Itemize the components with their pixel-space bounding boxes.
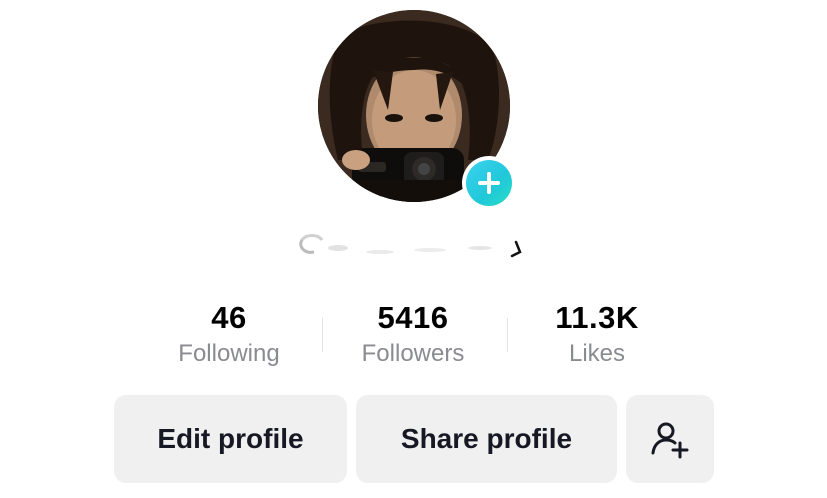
following-count: 46: [211, 300, 247, 335]
share-profile-button[interactable]: Share profile: [356, 395, 617, 483]
add-badge-circle: [466, 160, 512, 206]
person-add-icon: [651, 422, 689, 459]
add-friend-button[interactable]: [626, 395, 714, 483]
profile-stats: 46 Following 5416 Followers 11.3K Likes: [0, 300, 827, 380]
plus-icon: [478, 172, 500, 194]
obscured-text: [299, 234, 522, 258]
followers-count: 5416: [377, 300, 449, 335]
username-obscured: [280, 226, 540, 262]
stat-likes[interactable]: 11.3K Likes: [507, 300, 687, 369]
edit-profile-label: Edit profile: [157, 423, 304, 454]
stat-followers[interactable]: 5416 Followers: [323, 300, 503, 369]
likes-count: 11.3K: [555, 300, 639, 335]
likes-label: Likes: [568, 340, 626, 367]
avatar-container: [318, 10, 516, 210]
edit-profile-button[interactable]: Edit profile: [114, 395, 347, 483]
followers-label: Followers: [361, 340, 465, 367]
share-profile-label: Share profile: [400, 423, 573, 454]
following-label: Following: [178, 340, 280, 367]
stat-following[interactable]: 46 Following: [139, 300, 319, 369]
add-avatar-button[interactable]: [462, 156, 516, 210]
